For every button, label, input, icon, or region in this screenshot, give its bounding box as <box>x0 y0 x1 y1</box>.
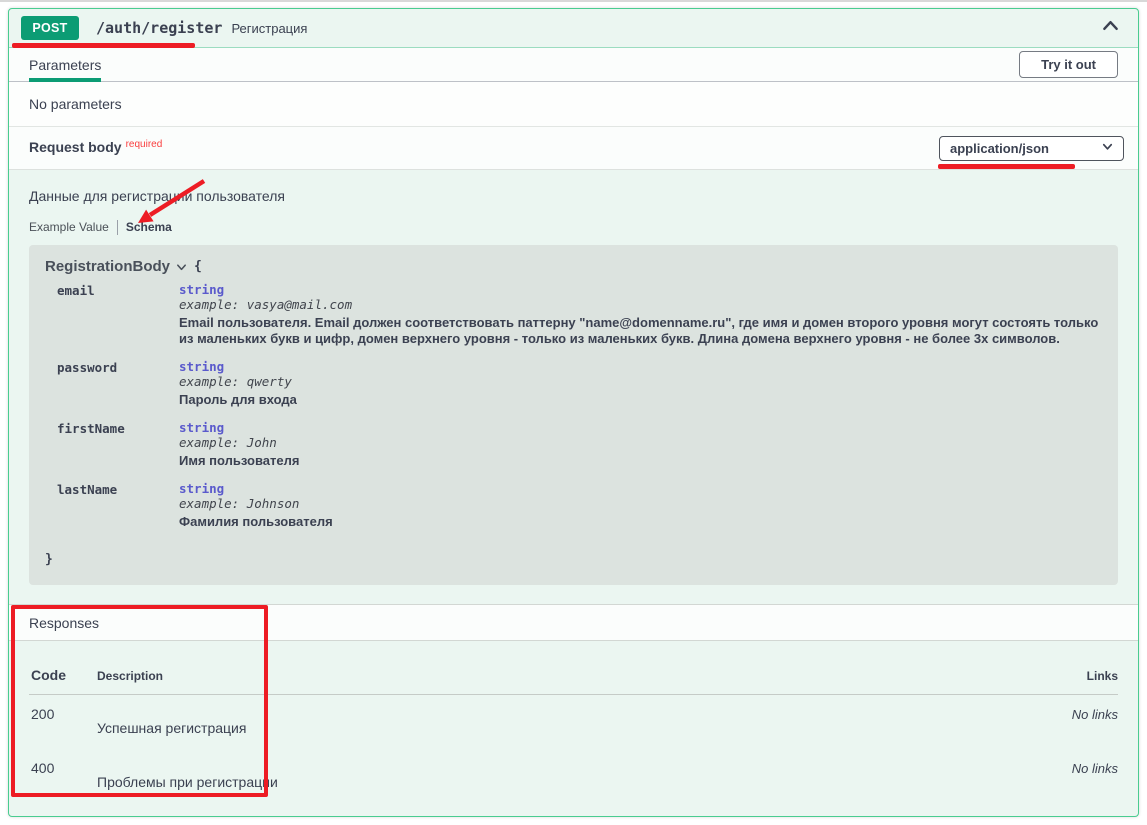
collapse-button[interactable] <box>1101 17 1120 39</box>
model-field-value: string example: qwerty Пароль для входа <box>179 359 1102 408</box>
model-field-description: Email пользователя. Email должен соответ… <box>179 315 1102 347</box>
model-field-name: email <box>57 282 179 347</box>
request-body-description: Данные для регистрации пользователя <box>29 188 1118 204</box>
model-field-value: string example: vasya@mail.com Email пол… <box>179 282 1102 347</box>
request-body-content: Данные для регистрации пользователя Exam… <box>9 170 1138 604</box>
chevron-down-icon[interactable] <box>176 262 187 273</box>
page-top-divider <box>0 0 1147 2</box>
response-description: Успешная регистрация <box>97 706 1018 749</box>
endpoint-summary[interactable]: POST /auth/register Регистрация <box>9 9 1138 48</box>
close-brace: } <box>45 552 1102 567</box>
response-row: 200 Успешная регистрация No links <box>29 695 1118 749</box>
model-title: RegistrationBody <box>45 258 170 275</box>
response-code: 200 <box>31 706 97 749</box>
tab-parameters[interactable]: Parameters <box>29 48 101 82</box>
tab-schema[interactable]: Schema <box>126 220 172 234</box>
model-field-type: string <box>179 282 1102 297</box>
request-body-title-wrap: Request body required <box>29 139 162 157</box>
content-type-value: application/json <box>950 141 1049 156</box>
column-header-description: Description <box>97 669 1018 683</box>
chevron-up-icon <box>1101 17 1120 39</box>
model-field-row: password string example: qwerty Пароль д… <box>45 359 1102 408</box>
model-field-row: firstName string example: John Имя польз… <box>45 420 1102 469</box>
responses-section-header: Responses <box>9 604 1138 641</box>
model-field-type: string <box>179 420 1102 435</box>
schema-model-box: RegistrationBody { email string example:… <box>29 245 1118 585</box>
endpoint-path: /auth/register <box>96 19 222 37</box>
model-field-value: string example: Johnson Фамилия пользова… <box>179 481 1102 530</box>
model-view-tabs: Example Value Schema <box>29 219 1118 235</box>
model-field-value: string example: John Имя пользователя <box>179 420 1102 469</box>
request-body-title: Request body <box>29 139 122 155</box>
model-field-example: example: qwerty <box>179 374 1102 389</box>
tab-example-value[interactable]: Example Value <box>29 220 109 234</box>
response-links: No links <box>1018 760 1118 803</box>
model-field-type: string <box>179 359 1102 374</box>
request-body-section-header: Request body required application/json <box>9 127 1138 170</box>
model-field-type: string <box>179 481 1102 496</box>
response-description: Проблемы при регистрации <box>97 760 1018 803</box>
no-parameters-text: No parameters <box>29 96 122 112</box>
opblock-post-auth-register: POST /auth/register Регистрация Paramete… <box>8 8 1139 817</box>
no-parameters-row: No parameters <box>9 82 1138 127</box>
model-field-description: Фамилия пользователя <box>179 514 1102 530</box>
model-field-name: firstName <box>57 420 179 469</box>
model-title-row[interactable]: RegistrationBody { <box>45 258 1102 275</box>
response-code: 400 <box>31 760 97 803</box>
content-type-select[interactable]: application/json <box>939 136 1124 161</box>
column-header-links: Links <box>1018 669 1118 683</box>
chevron-down-icon <box>1101 140 1114 156</box>
model-field-row: email string example: vasya@mail.com Ema… <box>45 282 1102 347</box>
model-field-description: Имя пользователя <box>179 453 1102 469</box>
model-field-name: lastName <box>57 481 179 530</box>
response-links: No links <box>1018 706 1118 749</box>
endpoint-description: Регистрация <box>231 21 307 36</box>
method-badge: POST <box>21 16 79 40</box>
tab-divider <box>117 220 118 235</box>
responses-title: Responses <box>29 615 99 631</box>
parameters-section-header: Parameters Try it out <box>9 48 1138 82</box>
model-field-example: example: Johnson <box>179 496 1102 511</box>
responses-table-header: Code Description Links <box>29 641 1118 695</box>
model-field-description: Пароль для входа <box>179 392 1102 408</box>
model-field-example: example: vasya@mail.com <box>179 297 1102 312</box>
try-it-out-button[interactable]: Try it out <box>1019 51 1118 78</box>
response-row: 400 Проблемы при регистрации No links <box>29 749 1118 803</box>
column-header-code: Code <box>31 667 97 683</box>
required-label: required <box>126 139 163 150</box>
responses-table: Code Description Links 200 Успешная реги… <box>9 641 1138 803</box>
model-field-name: password <box>57 359 179 408</box>
response-description-text: Успешная регистрация <box>97 720 1018 736</box>
response-description-text: Проблемы при регистрации <box>97 774 1018 790</box>
model-field-row: lastName string example: Johnson Фамилия… <box>45 481 1102 530</box>
open-brace: { <box>194 259 202 274</box>
model-field-example: example: John <box>179 435 1102 450</box>
